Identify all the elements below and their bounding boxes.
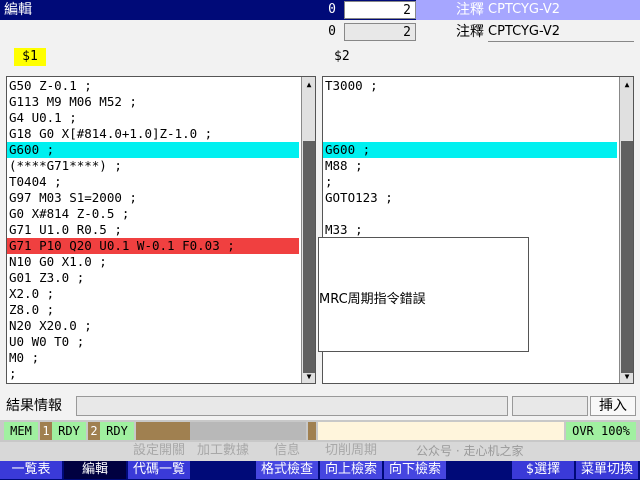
left-program-line-6[interactable]: (****G71****) ; [7, 158, 299, 174]
softkey-row: 一覧表 編輯 代碼一覧 格式檢查 向上檢索 向下檢索 $選擇 菜單切換 [0, 461, 640, 480]
status-block-gray [190, 422, 306, 440]
right-program-line-7[interactable]: ; [323, 174, 617, 190]
softkey-8[interactable] [448, 461, 510, 479]
right-scroll-thumb[interactable] [621, 141, 633, 373]
sys2-number: 2 [88, 422, 100, 440]
right-program-line-9[interactable] [323, 206, 617, 222]
left-program-line-9[interactable]: G0 X#814 Z-0.5 ; [7, 206, 299, 222]
scroll-down-icon[interactable]: ▼ [303, 370, 315, 382]
value1-right: 2 [344, 1, 416, 19]
left-program-line-4[interactable]: G18 G0 X[#814.0+1.0]Z-1.0 ; [7, 126, 299, 142]
insert-mode-indicator: 挿入 [590, 396, 636, 416]
value2-left: 0 [328, 24, 336, 39]
result-label: 結果情報 [6, 398, 62, 414]
system2-label[interactable]: $2 [334, 48, 366, 66]
system1-label[interactable]: $1 [14, 48, 46, 66]
left-program-pane[interactable]: G50 Z-0.1 ; G113 M9 M06 M52 ; G4 U0.1 ; G18… [6, 76, 316, 384]
right-program-line-4[interactable] [323, 126, 617, 142]
right-program-lines[interactable]: T3000 ; G600 ; M88 ;; GOTO123 ; M33 ; [323, 78, 617, 238]
right-program-line-8[interactable]: GOTO123 ; [323, 190, 617, 206]
right-program-line-3[interactable] [323, 110, 617, 126]
error-dialog: MRC周期指令錯誤 [318, 237, 529, 352]
mem-indicator: MEM [4, 422, 38, 440]
left-program-line-1[interactable]: G50 Z-0.1 ; [7, 78, 299, 94]
right-program-line-1[interactable]: T3000 ; [323, 78, 617, 94]
softkey-upper-2[interactable]: 加工數據 [192, 442, 254, 460]
right-program-line-2[interactable] [323, 94, 617, 110]
softkey-5[interactable]: 格式檢查 [256, 461, 318, 479]
comment-label-2: 注釋 [456, 24, 484, 40]
left-program-line-15[interactable]: Z8.0 ; [7, 302, 299, 318]
left-scroll-thumb[interactable] [303, 141, 315, 373]
softkey-upper-1[interactable]: 設定開關 [128, 442, 190, 460]
right-scrollbar[interactable]: ▲ ▼ [619, 77, 633, 383]
scroll-down-icon[interactable]: ▼ [621, 370, 633, 382]
right-program-line-5[interactable]: G600 ; [323, 142, 617, 158]
left-program-line-2[interactable]: G113 M9 M06 M52 ; [7, 94, 299, 110]
left-program-line-8[interactable]: G97 M03 S1=2000 ; [7, 190, 299, 206]
scroll-up-icon[interactable]: ▲ [621, 78, 633, 90]
status-message-area [318, 422, 564, 440]
left-program-line-16[interactable]: N20 X20.0 ; [7, 318, 299, 334]
softkey-4[interactable] [192, 461, 254, 479]
softkey-7[interactable]: 向下檢索 [384, 461, 446, 479]
softkey-1[interactable]: 一覧表 [0, 461, 62, 479]
left-program-line-11[interactable]: G71 P10 Q20 U0.1 W-0.1 F0.03 ; [7, 238, 299, 254]
comment-value-2: CPTCYG-V2 [488, 24, 561, 39]
left-program-line-19[interactable]: ; [7, 366, 299, 382]
error-message: MRC周期指令錯誤 [319, 292, 426, 307]
mode-title: 編輯 [4, 2, 32, 18]
left-program-line-18[interactable]: M0 ; [7, 350, 299, 366]
softkey-upper-4[interactable]: 切削周期 [320, 442, 382, 460]
right-program-line-6[interactable]: M88 ; [323, 158, 617, 174]
value1-left: 0 [328, 2, 336, 17]
sys1-number: 1 [40, 422, 52, 440]
sys1-state: RDY [52, 422, 86, 440]
left-program-line-5[interactable]: G600 ; [7, 142, 299, 158]
left-program-line-12[interactable]: N10 G0 X1.0 ; [7, 254, 299, 270]
left-program-line-7[interactable]: T0404 ; [7, 174, 299, 190]
comment-box-1: 注釋 CPTCYG-V2 [416, 0, 640, 20]
status-block-small [308, 422, 316, 440]
result-field-2 [512, 396, 588, 416]
status-block-brown [136, 422, 190, 440]
left-program-lines[interactable]: G50 Z-0.1 ; G113 M9 M06 M52 ; G4 U0.1 ; G18… [7, 78, 299, 382]
left-program-line-10[interactable]: G71 U1.0 R0.5 ; [7, 222, 299, 238]
softkey-3[interactable]: 代碼一覧 [128, 461, 190, 479]
left-scrollbar[interactable]: ▲ ▼ [301, 77, 315, 383]
left-program-line-14[interactable]: X2.0 ; [7, 286, 299, 302]
value2-right: 2 [344, 23, 416, 41]
divider [488, 41, 634, 42]
left-program-line-17[interactable]: U0 W0 T0 ; [7, 334, 299, 350]
upper-softkey-row: 設定開關 加工數據 信息 切削周期 公众号 · 走心机之家 [0, 442, 640, 461]
softkey-9[interactable]: $選擇 [512, 461, 574, 479]
scroll-up-icon[interactable]: ▲ [303, 78, 315, 90]
override-indicator: OVR 100% [566, 422, 636, 440]
softkey-upper-3[interactable]: 信息 [256, 442, 318, 460]
comment-value-1: CPTCYG-V2 [488, 2, 561, 17]
comment-label-1: 注釋 [456, 2, 484, 18]
result-field [76, 396, 508, 416]
left-program-line-13[interactable]: G01 Z3.0 ; [7, 270, 299, 286]
right-program-line-10[interactable]: M33 ; [323, 222, 617, 238]
softkey-2[interactable]: 編輯 [64, 461, 126, 479]
left-program-line-3[interactable]: G4 U0.1 ; [7, 110, 299, 126]
sys2-state: RDY [100, 422, 134, 440]
softkey-6[interactable]: 向上檢索 [320, 461, 382, 479]
watermark: 公众号 · 走心机之家 [416, 444, 524, 458]
softkey-10[interactable]: 菜單切換 [576, 461, 638, 479]
